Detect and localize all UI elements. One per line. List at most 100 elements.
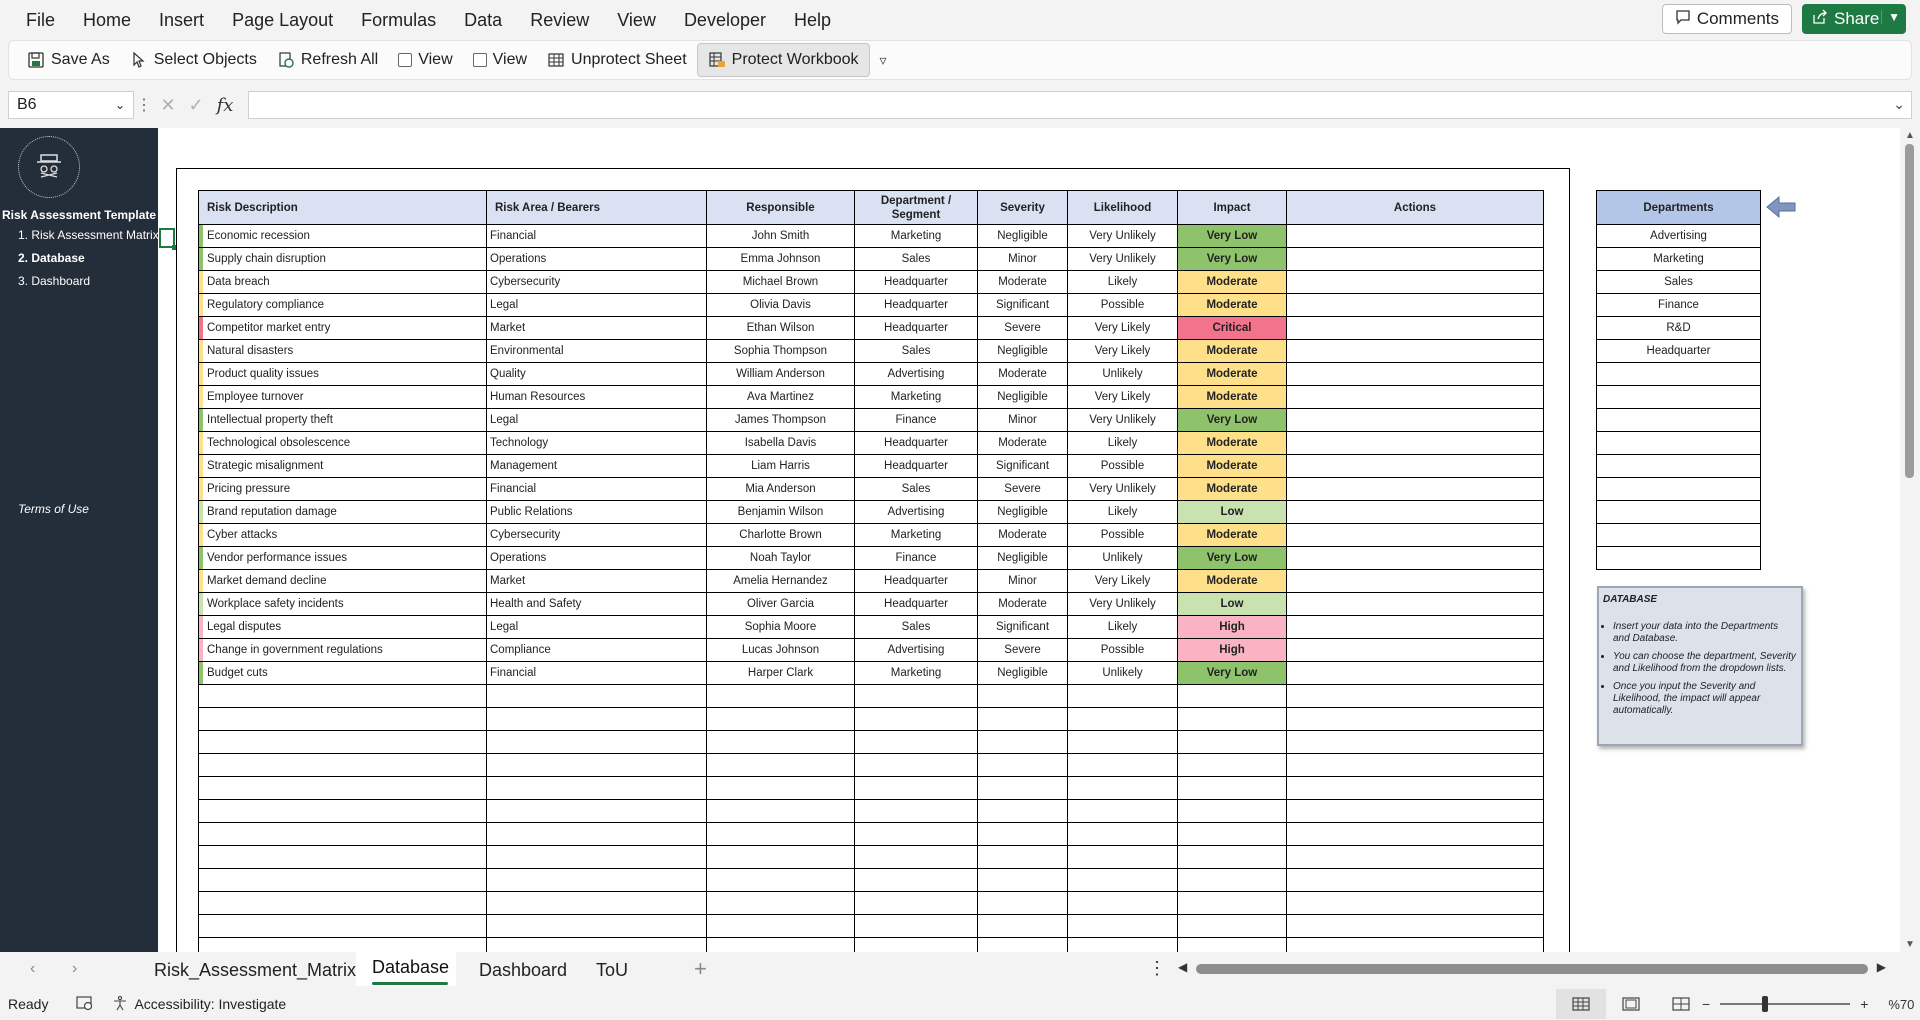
- impact-cell[interactable]: Very Low: [1177, 408, 1287, 432]
- empty-cell[interactable]: [1596, 500, 1761, 524]
- tab-dashboard[interactable]: Dashboard: [479, 960, 567, 981]
- empty-cell[interactable]: [1067, 891, 1178, 915]
- menu-formulas[interactable]: Formulas: [347, 0, 450, 40]
- department-cell[interactable]: Headquarter: [854, 454, 978, 478]
- actions-cell[interactable]: [1286, 454, 1544, 478]
- confirm-icon[interactable]: ✓: [182, 95, 210, 116]
- normal-view-icon[interactable]: [1556, 989, 1606, 1019]
- empty-cell[interactable]: [706, 937, 855, 952]
- header-risk-description[interactable]: Risk Description: [198, 190, 487, 225]
- empty-cell[interactable]: [486, 799, 707, 823]
- empty-cell[interactable]: [198, 937, 487, 952]
- risk-description-cell[interactable]: Market demand decline: [198, 569, 487, 593]
- likelihood-cell[interactable]: Very Unlikely: [1067, 408, 1178, 432]
- impact-cell[interactable]: Moderate: [1177, 270, 1287, 294]
- department-cell[interactable]: Finance: [854, 408, 978, 432]
- empty-cell[interactable]: [1596, 408, 1761, 432]
- impact-cell[interactable]: Moderate: [1177, 385, 1287, 409]
- likelihood-cell[interactable]: Unlikely: [1067, 362, 1178, 386]
- empty-cell[interactable]: [1067, 684, 1178, 708]
- impact-cell[interactable]: High: [1177, 615, 1287, 639]
- empty-cell[interactable]: [854, 914, 978, 938]
- header-departments[interactable]: Departments: [1596, 190, 1761, 225]
- ribbon-overflow-icon[interactable]: ▿: [870, 52, 897, 69]
- severity-cell[interactable]: Minor: [977, 408, 1068, 432]
- impact-cell[interactable]: Low: [1177, 592, 1287, 616]
- actions-cell[interactable]: [1286, 592, 1544, 616]
- risk-description-cell[interactable]: Strategic misalignment: [198, 454, 487, 478]
- formula-input[interactable]: ⌄: [248, 91, 1912, 119]
- empty-cell[interactable]: [1286, 891, 1544, 915]
- empty-cell[interactable]: [706, 868, 855, 892]
- severity-cell[interactable]: Significant: [977, 615, 1068, 639]
- header-department[interactable]: Department / Segment: [854, 190, 978, 225]
- empty-cell[interactable]: [1067, 730, 1178, 754]
- department-cell[interactable]: Headquarter: [854, 293, 978, 317]
- sidebar-item-database[interactable]: 2. Database: [18, 251, 85, 265]
- empty-cell[interactable]: [1596, 454, 1761, 478]
- actions-cell[interactable]: [1286, 316, 1544, 340]
- empty-cell[interactable]: [198, 684, 487, 708]
- severity-cell[interactable]: Minor: [977, 247, 1068, 271]
- empty-cell[interactable]: [977, 868, 1068, 892]
- actions-cell[interactable]: [1286, 569, 1544, 593]
- department-cell[interactable]: Advertising: [854, 362, 978, 386]
- severity-cell[interactable]: Negligible: [977, 385, 1068, 409]
- empty-cell[interactable]: [486, 914, 707, 938]
- actions-cell[interactable]: [1286, 362, 1544, 386]
- actions-cell[interactable]: [1286, 385, 1544, 409]
- empty-cell[interactable]: [854, 822, 978, 846]
- empty-cell[interactable]: [1286, 799, 1544, 823]
- responsible-cell[interactable]: Charlotte Brown: [706, 523, 855, 547]
- department-cell[interactable]: Finance: [854, 546, 978, 570]
- severity-cell[interactable]: Negligible: [977, 224, 1068, 248]
- menu-view[interactable]: View: [603, 0, 670, 40]
- more-options-icon[interactable]: ⋮: [134, 95, 154, 115]
- empty-cell[interactable]: [1067, 937, 1178, 952]
- responsible-cell[interactable]: Ethan Wilson: [706, 316, 855, 340]
- department-cell[interactable]: Finance: [1596, 293, 1761, 317]
- empty-cell[interactable]: [1286, 707, 1544, 731]
- empty-cell[interactable]: [1286, 937, 1544, 952]
- empty-cell[interactable]: [486, 845, 707, 869]
- risk-area-cell[interactable]: Financial: [486, 661, 707, 685]
- risk-description-cell[interactable]: Cyber attacks: [198, 523, 487, 547]
- empty-cell[interactable]: [1177, 937, 1287, 952]
- empty-cell[interactable]: [854, 868, 978, 892]
- risk-area-cell[interactable]: Market: [486, 316, 707, 340]
- sidebar-item-risk-assessment-matrix[interactable]: 1. Risk Assessment Matrix: [18, 228, 159, 242]
- impact-cell[interactable]: Moderate: [1177, 477, 1287, 501]
- empty-cell[interactable]: [977, 684, 1068, 708]
- severity-cell[interactable]: Negligible: [977, 661, 1068, 685]
- impact-cell[interactable]: Very Low: [1177, 247, 1287, 271]
- cancel-icon[interactable]: ✕: [154, 95, 182, 116]
- empty-cell[interactable]: [486, 868, 707, 892]
- empty-cell[interactable]: [1177, 776, 1287, 800]
- severity-cell[interactable]: Severe: [977, 477, 1068, 501]
- empty-cell[interactable]: [198, 776, 487, 800]
- empty-cell[interactable]: [706, 707, 855, 731]
- empty-cell[interactable]: [1067, 914, 1178, 938]
- risk-area-cell[interactable]: Quality: [486, 362, 707, 386]
- empty-cell[interactable]: [977, 753, 1068, 777]
- actions-cell[interactable]: [1286, 500, 1544, 524]
- empty-cell[interactable]: [706, 730, 855, 754]
- empty-cell[interactable]: [198, 891, 487, 915]
- responsible-cell[interactable]: Sophia Moore: [706, 615, 855, 639]
- risk-area-cell[interactable]: Cybersecurity: [486, 523, 707, 547]
- responsible-cell[interactable]: Liam Harris: [706, 454, 855, 478]
- checkbox-icon[interactable]: [472, 53, 487, 67]
- severity-cell[interactable]: Minor: [977, 569, 1068, 593]
- select-objects-button[interactable]: Select Objects: [120, 43, 267, 77]
- empty-cell[interactable]: [1286, 914, 1544, 938]
- header-actions[interactable]: Actions: [1286, 190, 1544, 225]
- likelihood-cell[interactable]: Likely: [1067, 270, 1178, 294]
- page-break-view-icon[interactable]: [1656, 989, 1706, 1019]
- empty-cell[interactable]: [977, 730, 1068, 754]
- name-box[interactable]: B6 ⌄: [8, 91, 134, 119]
- menu-insert[interactable]: Insert: [145, 0, 218, 40]
- empty-cell[interactable]: [1596, 477, 1761, 501]
- terms-of-use-link[interactable]: Terms of Use: [18, 502, 89, 516]
- empty-cell[interactable]: [1286, 822, 1544, 846]
- zoom-slider[interactable]: [1720, 996, 1851, 1012]
